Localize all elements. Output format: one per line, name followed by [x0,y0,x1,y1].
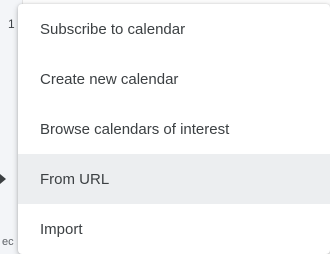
menu-item-label: Subscribe to calendar [40,20,186,38]
menu-item-from-url[interactable]: From URL [18,154,330,204]
menu-item-create-new-calendar[interactable]: Create new calendar [18,54,330,104]
menu-item-browse-calendars[interactable]: Browse calendars of interest [18,104,330,154]
menu-item-label: From URL [40,170,110,188]
menu-item-subscribe-to-calendar[interactable]: Subscribe to calendar [18,4,330,54]
menu-item-label: Import [40,220,83,238]
menu-item-label: Create new calendar [40,70,179,88]
calendar-page: 1 ec Subscribe to calendar Create new ca… [0,0,330,254]
add-calendar-menu: Subscribe to calendar Create new calenda… [18,4,330,254]
background-text-bottom: ec [2,236,14,248]
menu-item-label: Browse calendars of interest [40,120,230,138]
caret-right-icon [0,174,6,184]
menu-item-import[interactable]: Import [18,204,330,254]
background-text-top: 1 [8,17,15,31]
